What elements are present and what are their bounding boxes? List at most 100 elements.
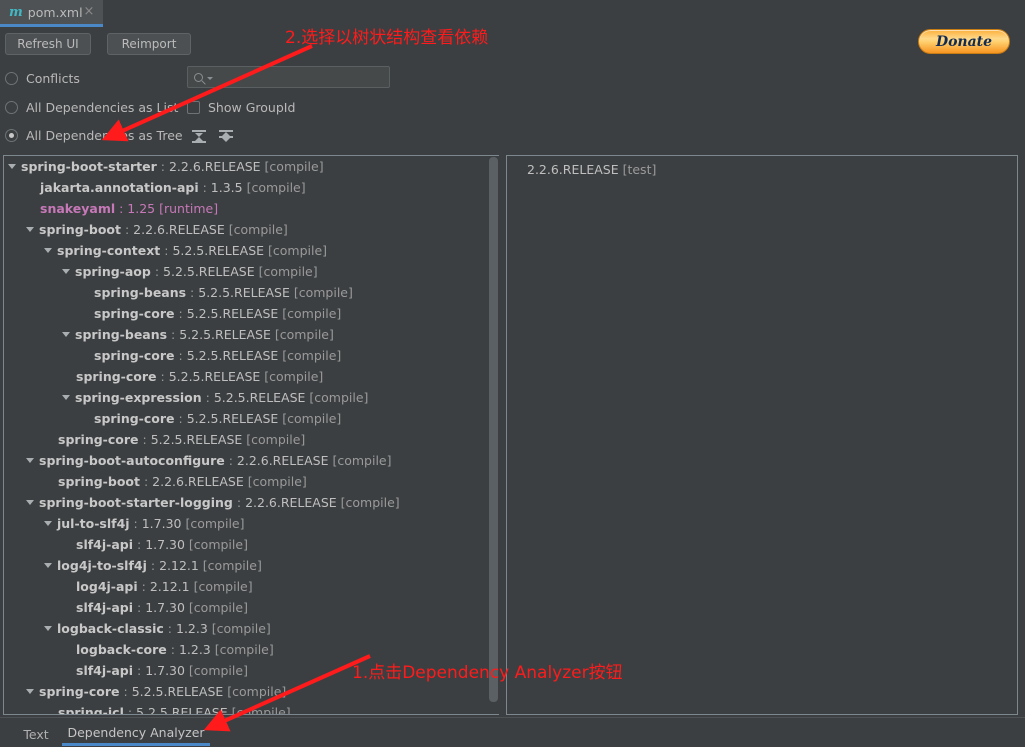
tree-row-artifact: spring-boot [39, 222, 121, 237]
chevron-down-icon[interactable] [62, 269, 70, 274]
donate-button[interactable]: Donate [918, 29, 1010, 54]
radio-all-dependencies-as-list[interactable]: All Dependencies as List [5, 100, 178, 115]
tree-row-scope: [compile] [260, 369, 324, 384]
tree-row-artifact: spring-beans [75, 327, 168, 342]
chevron-down-icon[interactable] [8, 164, 16, 169]
tree-row[interactable]: spring-boot-autoconfigure : 2.2.6.RELEAS… [4, 450, 499, 471]
collapse-all-icon[interactable] [218, 128, 234, 144]
chevron-down-icon[interactable] [44, 521, 52, 526]
tree-row-version: 5.2.5.RELEASE [186, 348, 279, 363]
tree-row-artifact: slf4j-api [76, 537, 134, 552]
tree-row[interactable]: spring-boot : 2.2.6.RELEASE [compile] [4, 471, 499, 492]
show-groupid-label: Show GroupId [208, 100, 296, 115]
tree-row-artifact: jul-to-slf4j [57, 516, 130, 531]
tree-row-version: 1.7.30 [145, 663, 185, 678]
tree-scrollbar-thumb[interactable] [489, 157, 498, 702]
tree-row[interactable]: spring-jcl : 5.2.5.RELEASE [compile] [4, 702, 499, 714]
tab-text[interactable]: Text [18, 722, 54, 746]
detail-version-row: 2.2.6.RELEASE [test] [527, 162, 656, 177]
tree-row-version: 1.7.30 [145, 600, 185, 615]
tree-row[interactable]: snakeyaml : 1.25 [runtime] [4, 198, 499, 219]
chevron-down-icon[interactable] [44, 248, 52, 253]
refresh-ui-button[interactable]: Refresh UI [5, 33, 91, 55]
chevron-down-icon[interactable] [44, 626, 52, 631]
tree-row[interactable]: spring-core : 5.2.5.RELEASE [compile] [4, 345, 499, 366]
tree-row[interactable]: spring-boot : 2.2.6.RELEASE [compile] [4, 219, 499, 240]
chevron-down-icon[interactable] [26, 689, 34, 694]
tree-row[interactable]: spring-aop : 5.2.5.RELEASE [compile] [4, 261, 499, 282]
tree-row[interactable]: logback-core : 1.2.3 [compile] [4, 639, 499, 660]
detail-version: 2.2.6.RELEASE [527, 162, 619, 177]
tree-row-separator: : [139, 474, 153, 489]
chevron-down-icon[interactable] [44, 563, 52, 568]
tree-row[interactable]: logback-classic : 1.2.3 [compile] [4, 618, 499, 639]
tree-row[interactable]: spring-beans : 5.2.5.RELEASE [compile] [4, 324, 499, 345]
tree-row-scope: [compile] [210, 642, 274, 657]
tree-row-artifact: spring-aop [75, 264, 151, 279]
tree-row-scope: [compile] [242, 180, 306, 195]
tree-row[interactable]: log4j-to-slf4j : 2.12.1 [compile] [4, 555, 499, 576]
tree-row-version: 5.2.5.RELEASE [136, 705, 228, 714]
tree-row[interactable]: spring-core : 5.2.5.RELEASE [compile] [4, 303, 499, 324]
tree-row[interactable]: spring-context : 5.2.5.RELEASE [compile] [4, 240, 499, 261]
tree-row[interactable]: jakarta.annotation-api : 1.3.5 [compile] [4, 177, 499, 198]
tree-row-scope: [compile] [336, 495, 400, 510]
radio-conflicts[interactable]: Conflicts [5, 71, 80, 86]
dependency-tree-panel[interactable]: spring-boot-starter : 2.2.6.RELEASE [com… [3, 155, 499, 715]
chevron-down-icon[interactable] [26, 500, 34, 505]
tree-row[interactable]: spring-expression : 5.2.5.RELEASE [compi… [4, 387, 499, 408]
reimport-button[interactable]: Reimport [107, 33, 191, 55]
tree-row[interactable]: spring-boot-starter-logging : 2.2.6.RELE… [4, 492, 499, 513]
tree-row-separator: : [133, 600, 146, 615]
tree-row-scope: [compile] [289, 285, 353, 300]
chevron-down-icon[interactable] [207, 77, 213, 80]
tree-row-scope: [compile] [254, 264, 318, 279]
tree-row-version: 5.2.5.RELEASE [163, 264, 255, 279]
tree-row-scope: [runtime] [155, 201, 219, 216]
tree-row-version: 5.2.5.RELEASE [213, 390, 306, 405]
tree-row[interactable]: spring-core : 5.2.5.RELEASE [compile] [4, 681, 499, 702]
checkbox-indicator-show-groupid[interactable] [187, 101, 200, 114]
tree-row[interactable]: log4j-api : 2.12.1 [compile] [4, 576, 499, 597]
radio-indicator-conflicts[interactable] [5, 72, 18, 85]
tree-row[interactable]: jul-to-slf4j : 1.7.30 [compile] [4, 513, 499, 534]
chevron-down-icon[interactable] [26, 458, 34, 463]
tree-row-artifact: spring-boot [58, 474, 140, 489]
tree-row-artifact: jakarta.annotation-api [40, 180, 199, 195]
chevron-down-icon[interactable] [26, 227, 34, 232]
radio-all-dependencies-as-tree[interactable]: All Dependencies as Tree [5, 128, 183, 143]
chevron-down-icon[interactable] [62, 332, 70, 337]
tree-row[interactable]: slf4j-api : 1.7.30 [compile] [4, 534, 499, 555]
tree-row[interactable]: slf4j-api : 1.7.30 [compile] [4, 597, 499, 618]
tab-dependency-analyzer[interactable]: Dependency Analyzer [62, 722, 210, 746]
editor-tab-pom-xml[interactable]: m pom.xml × [0, 0, 103, 27]
tree-row[interactable]: spring-boot-starter : 2.2.6.RELEASE [com… [4, 156, 499, 177]
radio-indicator-list[interactable] [5, 101, 18, 114]
dependency-tree[interactable]: spring-boot-starter : 2.2.6.RELEASE [com… [4, 156, 499, 714]
show-groupid-checkbox-row[interactable]: Show GroupId [187, 100, 295, 115]
tree-row[interactable]: spring-beans : 5.2.5.RELEASE [compile] [4, 282, 499, 303]
tree-row-scope: [compile] [278, 348, 342, 363]
tree-row-separator: : [120, 222, 134, 237]
search-input[interactable] [187, 66, 390, 88]
tree-row-version: 2.2.6.RELEASE [236, 453, 329, 468]
radio-indicator-tree[interactable] [5, 129, 18, 142]
tree-row[interactable]: spring-core : 5.2.5.RELEASE [compile] [4, 366, 499, 387]
tree-row[interactable]: spring-core : 5.2.5.RELEASE [compile] [4, 429, 499, 450]
chevron-down-icon[interactable] [62, 395, 70, 400]
tree-row-version: 5.2.5.RELEASE [131, 684, 224, 699]
tree-row-separator: : [133, 537, 146, 552]
dependency-detail-panel[interactable]: 2.2.6.RELEASE [test] [506, 155, 1018, 715]
tree-scrollbar[interactable] [489, 157, 498, 705]
tree-row[interactable]: spring-core : 5.2.5.RELEASE [compile] [4, 408, 499, 429]
tree-row-separator: : [137, 579, 150, 594]
tree-row-version: 5.2.5.RELEASE [186, 306, 279, 321]
tree-row-version: 5.2.5.RELEASE [198, 285, 290, 300]
close-icon[interactable]: × [83, 5, 95, 18]
expand-all-icon[interactable] [191, 128, 207, 144]
